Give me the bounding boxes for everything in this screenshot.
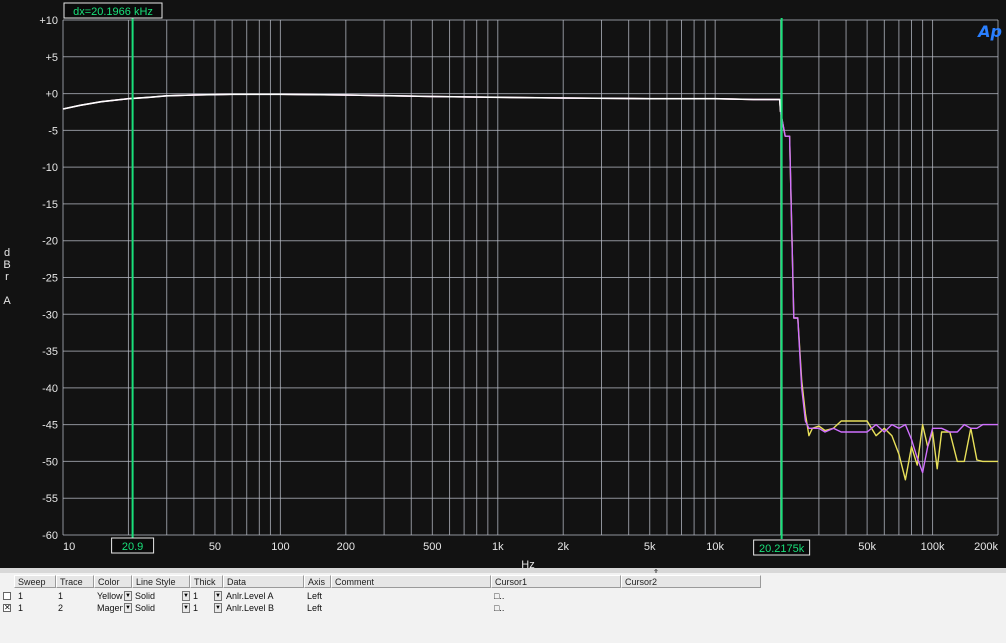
line-style-cell[interactable]: Solid (133, 591, 181, 602)
y-tick-label: -60 (42, 530, 58, 542)
y-axis-unit-letter: r (5, 271, 9, 283)
thick-dropdown-icon[interactable]: ▼ (214, 591, 222, 601)
table-row[interactable]: 1 1 Yellow ▼ Solid ▼ 1 ▼ Anlr.Level A Le… (0, 591, 760, 602)
x-tick-label: 200 (337, 541, 355, 553)
thick-cell[interactable]: 1 (191, 591, 213, 602)
x-axis-unit-label: Hz (521, 559, 534, 568)
x-tick-label: 50k (858, 541, 876, 553)
line-style-cell[interactable]: Solid (133, 603, 181, 614)
ap-logo: Ap (978, 22, 1002, 41)
comment-cell[interactable] (332, 591, 490, 602)
data-cell[interactable]: Anlr.Level B (224, 603, 304, 614)
color-dropdown-icon[interactable]: ▼ (124, 591, 132, 601)
color-dropdown-icon[interactable]: ▼ (124, 603, 132, 613)
color-cell[interactable]: Magenta (95, 603, 123, 614)
color-cell[interactable]: Yellow (95, 591, 123, 602)
axis-cell[interactable]: Left (305, 591, 331, 602)
thick-dropdown-icon[interactable]: ▼ (214, 603, 222, 613)
y-tick-label: +0 (45, 89, 58, 101)
header-cursor1[interactable]: Cursor1 (491, 575, 621, 588)
cursor1-cell[interactable]: □.. (492, 591, 620, 602)
y-tick-label: +10 (39, 15, 58, 27)
x-tick-label: 2k (557, 541, 569, 553)
y-tick-label: -40 (42, 383, 58, 395)
y-tick-label: -5 (48, 125, 58, 137)
x-tick-label: 500 (423, 541, 441, 553)
y-tick-label: -35 (42, 346, 58, 358)
trace-yellow-line (62, 93, 998, 481)
x-tick-label: 10 (63, 541, 75, 553)
y-tick-label: -45 (42, 420, 58, 432)
y-tick-label: -55 (42, 493, 58, 505)
cursor2-cell[interactable] (622, 591, 752, 602)
cursor-delta-label: dx=20.1966 kHz (73, 6, 153, 18)
y-tick-label: -10 (42, 162, 58, 174)
header-axis[interactable]: Axis (304, 575, 331, 588)
header-line-style[interactable]: Line Style (132, 575, 190, 588)
x-tick-label: 10k (706, 541, 724, 553)
trace-enable-checkbox[interactable]: ✕ (3, 604, 11, 612)
trace-cell: 1 (58, 591, 64, 601)
table-row[interactable]: ✕ 1 2 Magenta ▼ Solid ▼ 1 ▼ Anlr.Level B… (0, 603, 760, 614)
y-axis-unit-letter: A (3, 295, 11, 307)
cursor1-cell[interactable]: □.. (492, 603, 620, 614)
x-tick-label: 100k (921, 541, 945, 553)
x-tick-label: 50 (209, 541, 221, 553)
thick-cell[interactable]: 1 (191, 603, 213, 614)
header-sweep[interactable]: Sweep (14, 575, 56, 588)
line-style-dropdown-icon[interactable]: ▼ (182, 603, 190, 613)
y-axis-unit-letter: d (4, 247, 10, 259)
sweep-trace-table: Sweep Trace Color Line Style Thick Data … (0, 573, 1006, 643)
header-cursor2[interactable]: Cursor2 (621, 575, 761, 588)
y-tick-label: -25 (42, 273, 58, 285)
y-tick-label: -20 (42, 236, 58, 248)
x-tick-label: 200k (974, 541, 998, 553)
data-cell[interactable]: Anlr.Level A (224, 591, 304, 602)
table-header-row: Sweep Trace Color Line Style Thick Data … (0, 575, 1006, 589)
cursor2-cell[interactable] (622, 603, 752, 614)
header-data[interactable]: Data (223, 575, 304, 588)
y-tick-label: -15 (42, 199, 58, 211)
sweep-cell: 1 (18, 603, 24, 613)
trace-magenta-line (62, 93, 998, 474)
x-tick-label: 100 (271, 541, 289, 553)
header-comment[interactable]: Comment (331, 575, 491, 588)
trace-white-line (62, 93, 782, 113)
comment-cell[interactable] (332, 603, 490, 614)
header-trace[interactable]: Trace (56, 575, 94, 588)
graph-canvas[interactable]: +10 +5 +0 -5 -10 -15 -20 -25 -30 -35 -40 -45 -50 -55 -… (0, 0, 1006, 568)
trace-cell: 2 (58, 603, 64, 613)
x-tick-label: 1k (492, 541, 504, 553)
cursor2-label: 20.2175k (759, 543, 805, 555)
line-style-dropdown-icon[interactable]: ▼ (182, 591, 190, 601)
sweep-cell: 1 (18, 591, 24, 601)
header-thick[interactable]: Thick (190, 575, 223, 588)
axis-cell[interactable]: Left (305, 603, 331, 614)
y-tick-label: +5 (45, 52, 58, 64)
header-color[interactable]: Color (94, 575, 132, 588)
x-tick-label: 5k (644, 541, 656, 553)
y-axis-unit-letter: B (3, 259, 10, 271)
trace-enable-checkbox[interactable] (3, 592, 11, 600)
y-tick-label: -30 (42, 309, 58, 321)
y-tick-label: -50 (42, 456, 58, 468)
frequency-response-graph[interactable]: +10 +5 +0 -5 -10 -15 -20 -25 -30 -35 -40 -45 -50 -55 -… (0, 0, 1006, 568)
cursor1-label: 20.9 (122, 541, 143, 553)
